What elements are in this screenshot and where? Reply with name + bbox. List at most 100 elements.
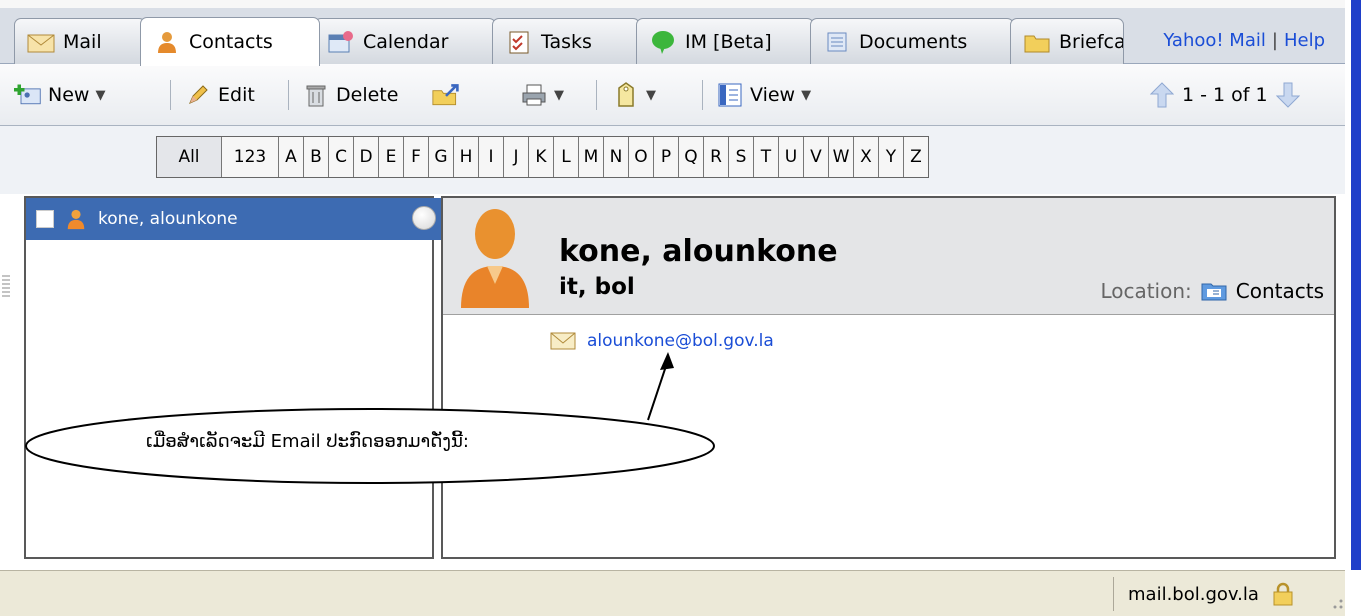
edit-button-label: Edit	[218, 84, 255, 106]
pager-text: 1 - 1 of 1	[1182, 84, 1268, 106]
top-strip	[0, 0, 1367, 8]
print-dropdown-icon[interactable]: ▼	[554, 88, 564, 103]
pencil-icon	[184, 82, 212, 108]
alpha-filter-m[interactable]: M	[579, 137, 604, 177]
tab-tasks-label: Tasks	[541, 31, 592, 53]
location-value[interactable]: Contacts	[1236, 279, 1324, 303]
yahoo-mail-link[interactable]: Yahoo! Mail	[1163, 30, 1265, 51]
alpha-filter-j[interactable]: J	[504, 137, 529, 177]
alpha-filter-k[interactable]: K	[529, 137, 554, 177]
browser-status-bar: mail.bol.gov.la	[0, 570, 1345, 616]
alpha-filter-o[interactable]: O	[629, 137, 654, 177]
contact-email-link[interactable]: alounkone@bol.gov.la	[549, 328, 774, 354]
tab-tasks[interactable]: Tasks	[492, 18, 640, 65]
view-button-label: View	[750, 84, 796, 106]
tag-button[interactable]: ▼	[612, 76, 656, 114]
alpha-filter-f[interactable]: F	[404, 137, 429, 177]
tag-dropdown-icon[interactable]: ▼	[646, 88, 656, 103]
tab-mail[interactable]: Mail	[14, 18, 146, 65]
alpha-filter-b[interactable]: B	[304, 137, 329, 177]
lock-icon	[1269, 581, 1297, 607]
window-right-edge	[1345, 0, 1367, 616]
alpha-filter-t[interactable]: T	[754, 137, 779, 177]
tab-calendar[interactable]: Calendar	[314, 18, 496, 65]
contact-avatar	[459, 204, 531, 313]
new-button[interactable]: New ▼	[14, 76, 105, 114]
alpha-filter-p[interactable]: P	[654, 137, 679, 177]
alpha-filter-u[interactable]: U	[779, 137, 804, 177]
view-button[interactable]: View ▼	[716, 76, 811, 114]
alpha-filter-r[interactable]: R	[704, 137, 729, 177]
chat-bubble-icon	[649, 29, 677, 55]
delete-button-label: Delete	[336, 84, 399, 106]
contact-email-text: alounkone@bol.gov.la	[587, 331, 774, 351]
pane-splitter-handle[interactable]	[2, 272, 10, 302]
status-host: mail.bol.gov.la	[1113, 577, 1336, 611]
edit-button[interactable]: Edit	[184, 76, 255, 114]
contact-detail-name: kone, alounkone	[559, 234, 838, 269]
alpha-filter-e[interactable]: E	[379, 137, 404, 177]
envelope-icon	[27, 29, 55, 55]
toolbar: New ▼ Edit Delete ▼ ▼ View ▼ 1 - 1 of 1	[0, 64, 1345, 126]
presence-status-icon	[412, 206, 436, 230]
tab-mail-label: Mail	[63, 31, 102, 53]
resize-grip-icon[interactable]	[1323, 581, 1345, 611]
alpha-filter-v[interactable]: V	[804, 137, 829, 177]
alpha-filter-123[interactable]: 123	[222, 137, 279, 177]
tab-documents[interactable]: Documents	[810, 18, 1014, 65]
alpha-filter-y[interactable]: Y	[879, 137, 904, 177]
contact-name: kone, alounkone	[98, 209, 238, 229]
alpha-filter-n[interactable]: N	[604, 137, 629, 177]
document-icon	[823, 29, 851, 55]
alpha-filter-i[interactable]: I	[479, 137, 504, 177]
list-item[interactable]: kone, alounkone	[26, 198, 442, 240]
tab-im[interactable]: IM [Beta]	[636, 18, 814, 65]
contact-person-icon	[64, 206, 88, 232]
row-checkbox[interactable]	[36, 210, 54, 228]
alpha-filter-all[interactable]: All	[157, 137, 222, 177]
tab-documents-label: Documents	[859, 31, 968, 53]
alpha-filter-c[interactable]: C	[329, 137, 354, 177]
alpha-filter-z[interactable]: Z	[904, 137, 928, 177]
contact-detail-header: kone, alounkone it, bol Location: Contac…	[443, 198, 1334, 315]
tab-contacts-label: Contacts	[189, 31, 273, 53]
printer-icon	[520, 82, 548, 108]
contact-location: Location: Contacts	[1100, 278, 1324, 304]
new-dropdown-icon[interactable]: ▼	[95, 88, 105, 103]
contact-detail-company: it, bol	[559, 274, 635, 300]
move-to-folder-icon	[432, 82, 460, 108]
alpha-filter-h[interactable]: H	[454, 137, 479, 177]
tab-briefcase[interactable]: Briefcase	[1010, 18, 1124, 65]
delete-button[interactable]: Delete	[302, 76, 398, 114]
tab-briefcase-label: Briefcase	[1059, 31, 1123, 53]
next-page-icon[interactable]	[1274, 82, 1302, 108]
move-button[interactable]	[432, 76, 460, 114]
alpha-filter-g[interactable]: G	[429, 137, 454, 177]
tab-calendar-label: Calendar	[363, 31, 449, 53]
calendar-icon	[327, 29, 355, 55]
tab-contacts[interactable]: Contacts	[140, 17, 320, 66]
alphabet-filter: All 123 A B C D E F G H I J K L M N O P Q R S T U V W X Y Z	[156, 136, 929, 178]
toolbar-divider	[702, 80, 703, 110]
app-tab-bar: Mail Contacts Calendar Tasks IM [Beta] D…	[0, 8, 1345, 66]
alpha-filter-a[interactable]: A	[279, 137, 304, 177]
trash-icon	[302, 82, 330, 108]
alpha-filter-x[interactable]: X	[854, 137, 879, 177]
new-contact-icon	[14, 82, 42, 108]
print-button[interactable]: ▼	[520, 76, 564, 114]
help-link[interactable]: Help	[1284, 30, 1325, 51]
alpha-filter-w[interactable]: W	[829, 137, 854, 177]
contact-detail: kone, alounkone it, bol Location: Contac…	[441, 196, 1336, 559]
alpha-filter-q[interactable]: Q	[679, 137, 704, 177]
alpha-filter-d[interactable]: D	[354, 137, 379, 177]
callout-text: ເມື່ອສໍາເລັດຈະມີ Email ປະກົດອອກມາດັ່ງນີ້…	[146, 431, 469, 452]
toolbar-divider	[288, 80, 289, 110]
tag-icon	[612, 82, 640, 108]
alpha-filter-l[interactable]: L	[554, 137, 579, 177]
previous-page-icon[interactable]	[1148, 82, 1176, 108]
alpha-filter-s[interactable]: S	[729, 137, 754, 177]
toolbar-divider	[596, 80, 597, 110]
tab-im-label: IM [Beta]	[685, 31, 772, 53]
view-dropdown-icon[interactable]: ▼	[801, 88, 811, 103]
contact-list: kone, alounkone	[24, 196, 442, 559]
